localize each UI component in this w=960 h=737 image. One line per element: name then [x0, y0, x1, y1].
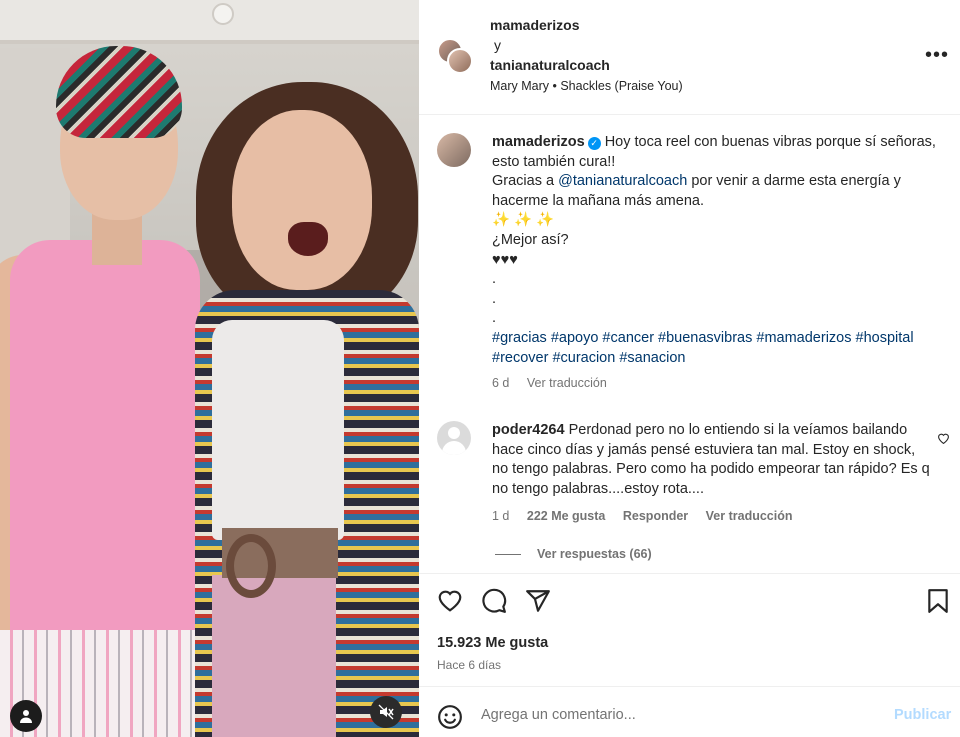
see-translation-link[interactable]: Ver traducción [706, 509, 793, 523]
smoke-detector [212, 3, 234, 25]
comment-input[interactable] [481, 704, 881, 726]
collab-avatars[interactable] [437, 38, 477, 78]
publish-button[interactable]: Publicar [894, 707, 951, 723]
sparkles-emoji: ✨ ✨ ✨ [492, 212, 555, 229]
ceiling [0, 0, 419, 44]
collab-username-link[interactable]: tanianaturalcoach [490, 55, 610, 75]
view-replies-button[interactable]: Ver respuestas (66) [495, 547, 652, 561]
audio-track-link[interactable]: Mary Mary • Shackles (Praise You) [490, 79, 683, 93]
muted-audio-icon[interactable] [370, 696, 402, 728]
headband [56, 46, 182, 138]
verified-badge-icon: ✓ [587, 137, 601, 150]
caption-timestamp[interactable]: 6 d [492, 376, 509, 390]
author-username-link[interactable]: mamaderizos [490, 15, 610, 35]
caption-username[interactable]: mamaderizos [492, 134, 585, 150]
mention-link[interactable]: @tanianaturalcoach [558, 173, 687, 189]
comment-timestamp[interactable]: 1 d [492, 509, 509, 523]
action-bar: 15.923 Me gusta Hace 6 días [419, 573, 960, 687]
like-count[interactable]: 15.923 Me gusta [437, 635, 548, 651]
tagged-users-icon[interactable] [10, 700, 42, 732]
hashtags[interactable]: #gracias #apoyo #cancer #buenasvibras #m… [492, 330, 914, 366]
post-header: mamaderizos y tanianaturalcoach Mary Mar… [419, 0, 960, 115]
post-date[interactable]: Hace 6 días [437, 658, 501, 672]
emoji-picker-icon[interactable] [437, 704, 463, 733]
save-bookmark-icon[interactable] [927, 588, 949, 617]
share-send-icon[interactable] [525, 588, 551, 617]
instagram-post-view: mamaderizos y tanianaturalcoach Mary Mar… [0, 0, 960, 737]
see-translation-link[interactable]: Ver traducción [527, 376, 607, 390]
hearts-emoji: ♥♥♥ [492, 251, 518, 268]
comment-bubble-icon[interactable] [481, 588, 507, 617]
like-comment-icon[interactable] [937, 431, 950, 447]
post-details-panel: mamaderizos y tanianaturalcoach Mary Mar… [419, 0, 960, 737]
collab-connector: y [494, 37, 501, 53]
like-heart-icon[interactable] [437, 588, 463, 615]
add-comment-bar: Publicar [419, 688, 960, 737]
reply-button[interactable]: Responder [623, 509, 688, 523]
reel-video[interactable] [0, 0, 419, 737]
avatar[interactable] [437, 133, 471, 167]
comment-likes[interactable]: 222 Me gusta [527, 509, 606, 523]
avatar[interactable] [437, 421, 471, 455]
comment-username[interactable]: poder4264 [492, 422, 565, 438]
more-options-icon[interactable]: ••• [925, 44, 949, 67]
avatar [447, 48, 473, 74]
